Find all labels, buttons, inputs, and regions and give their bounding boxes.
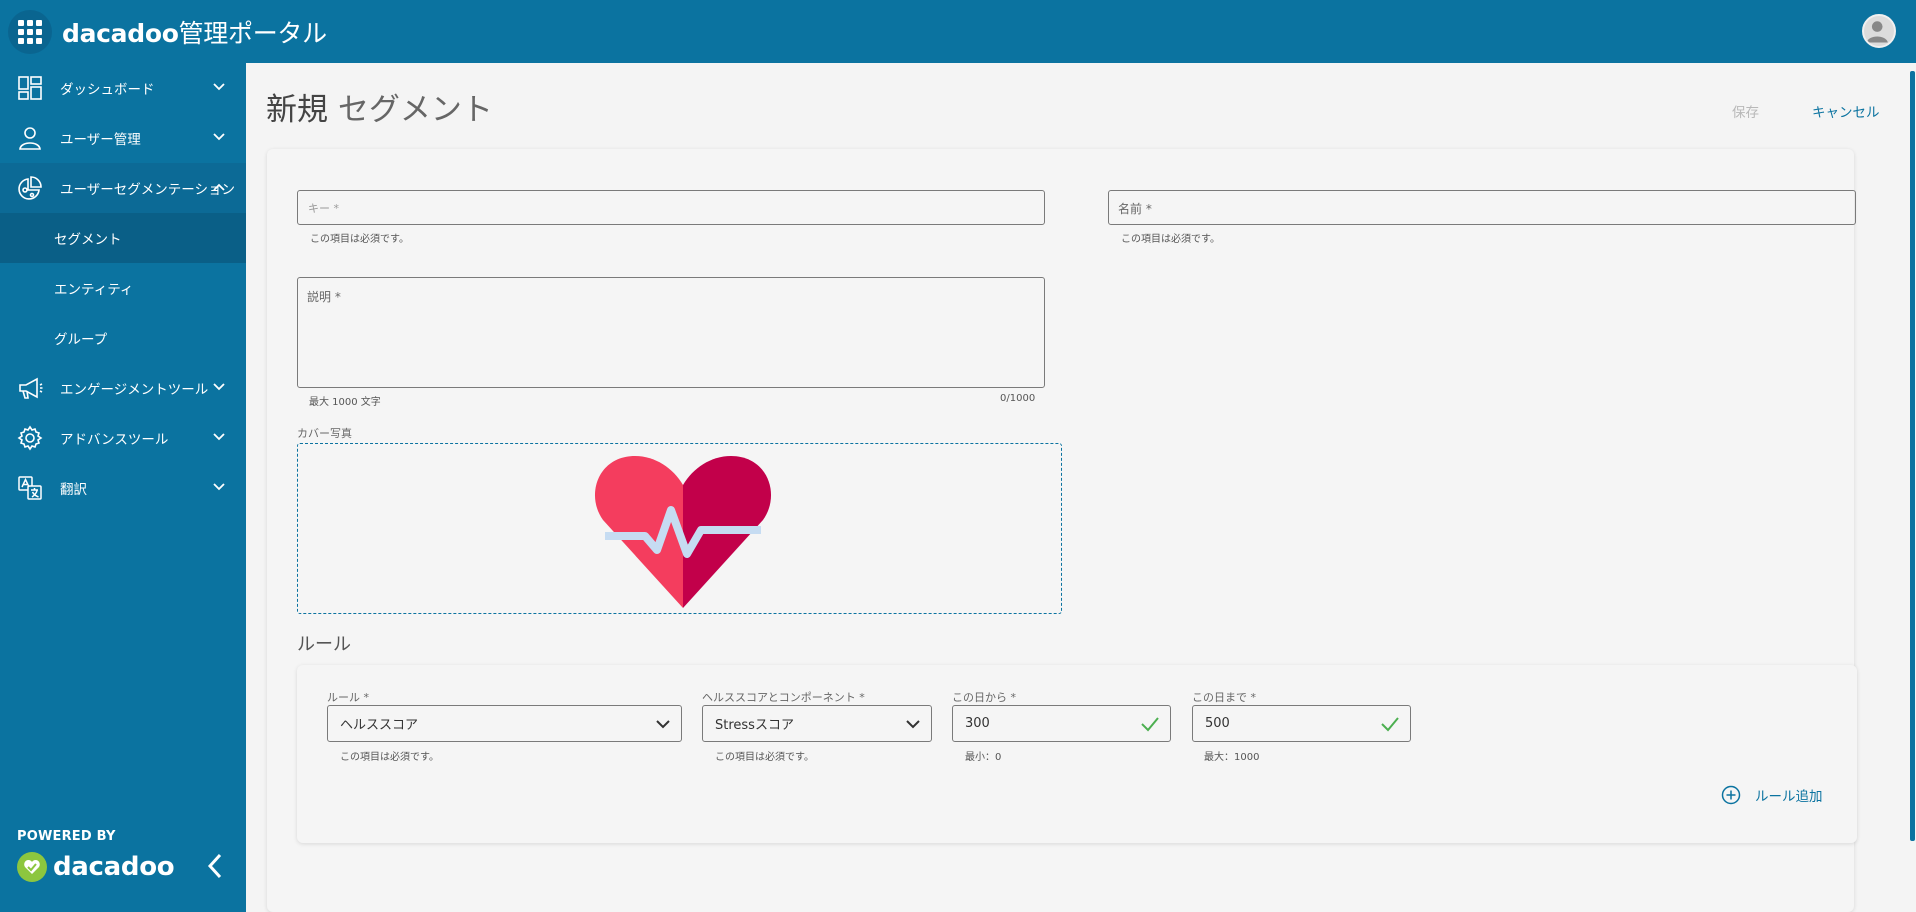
name-input[interactable]: 名前 * [1108,190,1856,225]
add-rule-label-a: ルール [1755,789,1796,805]
name-label: 名前 * [1118,202,1152,216]
chevron-down-icon [213,433,225,441]
sidebar-item-label: ユーザーセグメンテーション [60,182,235,198]
collapse-sidebar-button[interactable] [204,852,228,880]
footer-brand-text: dacadoo [53,852,175,882]
from-hint: 最小：0 [965,752,1002,763]
sidebar-item-label: ダッシュボード [60,82,155,98]
app-title-suffix: 管理ポータル [178,18,328,48]
from-input[interactable]: 300 [952,705,1171,742]
sidebar-item-label: 翻訳 [60,482,87,498]
description-counter: 0/1000 [1000,393,1036,404]
to-value: 500 [1205,716,1230,731]
sidebar-subitem-label: セグメント [54,232,122,248]
sidebar-subitem-entities[interactable]: エンティティ [0,263,246,313]
main-scrollbar[interactable] [1906,63,1916,912]
from-label: この日から * [952,691,1016,704]
rule-type-value: ヘルススコア [340,718,419,733]
check-icon [1381,717,1399,732]
sidebar-item-dashboard[interactable]: ダッシュボード [0,63,246,113]
user-icon [16,124,44,152]
sidebar-item-label: ユーザー管理 [60,132,141,148]
megaphone-icon [16,374,44,402]
cover-photo-dropzone[interactable] [297,443,1062,614]
add-rule-label-b: 追加 [1795,789,1823,805]
sidebar-item-label: アドバンスツール [60,432,169,448]
check-icon [1141,717,1159,732]
sidebar-subitem-groups[interactable]: グループ [0,313,246,363]
page-title-segment: セグメント [328,92,493,128]
user-avatar-button[interactable] [1862,14,1896,48]
sidebar-subitem-label: エンティティ [54,282,134,298]
component-select[interactable]: Stressスコア [702,705,932,742]
chevron-down-icon [213,133,225,141]
rule-type-hint: この項目は必須です。 [340,752,439,763]
sidebar-item-user-segmentation[interactable]: ユーザーセグメンテーション [0,163,246,213]
apps-grid-button[interactable] [8,9,52,54]
cancel-button[interactable]: キャンセル [1812,101,1880,121]
app-title: dacadoo 管理ポータル [62,14,327,50]
name-hint: この項目は必須です。 [1121,234,1220,245]
sidebar-item-advanced-tools[interactable]: アドバンスツール [0,413,246,463]
translate-icon [16,474,44,502]
rules-section-title: ルール [297,634,351,655]
heart-image [594,456,772,608]
component-hint: この項目は必須です。 [715,752,814,763]
from-value: 300 [965,716,990,731]
key-hint: この項目は必須です。 [310,234,409,245]
chevron-down-icon [213,83,225,91]
page-title: 新規 セグメント [266,84,493,129]
sidebar-item-user-management[interactable]: ユーザー管理 [0,113,246,163]
footer-logo: dacadoo [17,852,175,882]
sidebar-subitem-segments[interactable]: セグメント [0,213,246,263]
rules-card [297,665,1857,843]
scrollbar-thumb[interactable] [1910,71,1915,841]
description-label: 説明 * [307,290,341,304]
to-input[interactable]: 500 [1192,705,1411,742]
top-bar: dacadoo 管理ポータル [0,0,1916,63]
sidebar: ダッシュボード ユーザー管理 ユーザーセグメンテーション セグメント エンティテ… [0,63,246,912]
to-label: この日まで * [1192,691,1256,704]
chevron-down-icon [656,720,670,729]
description-textarea[interactable]: 説明 * [297,277,1045,388]
key-input[interactable]: キー * [297,190,1045,225]
component-value: Stressスコア [715,718,794,733]
to-hint: 最大：1000 [1204,752,1260,763]
apps-grid-icon [18,19,42,44]
chevron-down-icon [213,383,225,391]
add-circle-icon [1721,785,1741,805]
gear-icon [16,424,44,452]
rule-type-label: ルール * [327,691,369,704]
sidebar-item-engagement-tools[interactable]: エンゲージメントツール [0,363,246,413]
user-avatar-icon [1866,21,1888,43]
add-rule-button[interactable]: ルール 追加 [1721,785,1823,805]
dashboard-icon [16,74,44,102]
sidebar-item-translation[interactable]: 翻訳 [0,463,246,513]
powered-by-label: POWERED BY [17,829,116,844]
sidebar-subitem-label: グループ [54,332,108,348]
sidebar-item-label: エンゲージメントツール [60,382,209,398]
cover-photo-label: カバー写真 [297,427,352,440]
description-hint: 最大 1000 文字 [309,397,381,408]
key-label: キー * [308,202,339,215]
component-label: ヘルススコアとコンポーネント * [702,691,865,704]
dacadoo-logo-icon [17,852,47,882]
page-title-new: 新規 [266,92,328,128]
chevron-down-icon [213,483,225,491]
chevron-up-icon [213,183,225,191]
save-button[interactable]: 保存 [1732,101,1759,121]
app-title-brand: dacadoo [62,18,179,48]
chevron-down-icon [906,720,920,729]
rule-type-select[interactable]: ヘルススコア [327,705,682,742]
segmentation-icon [16,174,44,202]
